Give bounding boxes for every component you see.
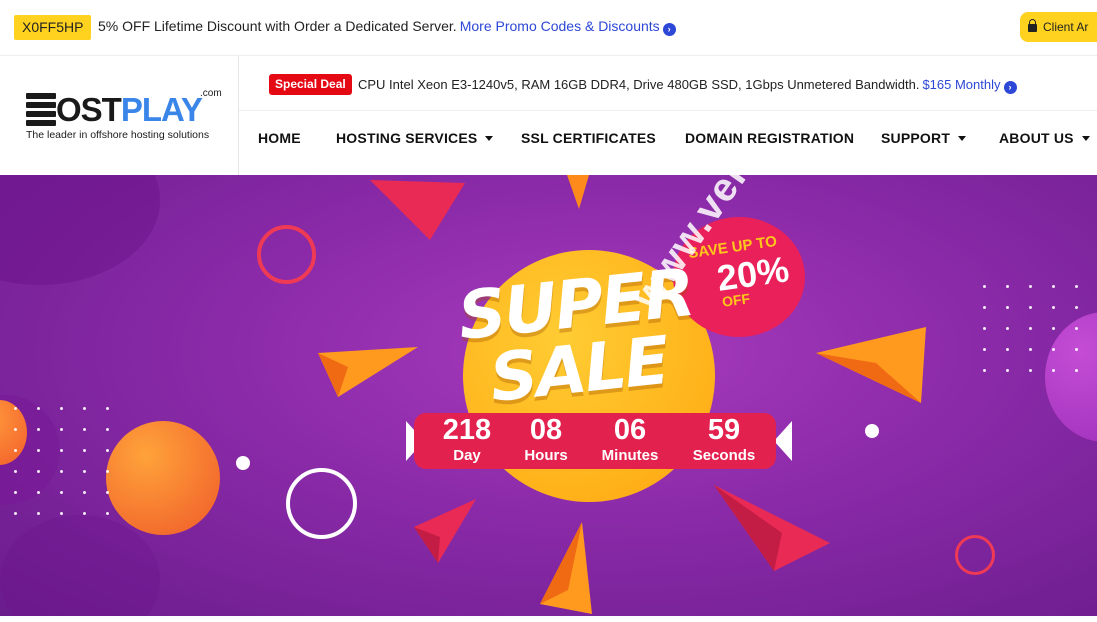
red-triangle bbox=[714, 485, 830, 571]
promo-codes-link-label[interactable]: More Promo Codes & Discounts bbox=[460, 18, 660, 34]
promo-bar: X0FF5HP 5% OFF Lifetime Discount with Or… bbox=[0, 0, 1097, 56]
countdown-hours-value: 08 bbox=[529, 414, 563, 446]
server-stack-icon bbox=[26, 93, 56, 127]
orange-triangle bbox=[816, 327, 926, 403]
dot-grid bbox=[983, 285, 1078, 372]
countdown-seconds: 59 Seconds bbox=[680, 413, 768, 465]
countdown-seconds-value: 59 bbox=[707, 414, 741, 446]
countdown-days-label: Day bbox=[453, 447, 481, 464]
promo-text: 5% OFF Lifetime Discount with Order a De… bbox=[98, 18, 676, 36]
super-sale-banner[interactable]: SAVE UP TO 20% OFF SUPER SALE 218 Day 08 H… bbox=[0, 175, 1097, 616]
background-blob bbox=[0, 515, 160, 616]
page-bottom-strip bbox=[0, 616, 1097, 622]
red-triangle bbox=[370, 180, 465, 240]
special-deal-bar: Special Deal CPU Intel Xeon E3-1240v5, R… bbox=[239, 56, 1097, 111]
white-ring bbox=[286, 468, 357, 539]
nav-support[interactable]: SUPPORT bbox=[881, 111, 967, 175]
lock-icon bbox=[1028, 19, 1037, 32]
countdown-hours: 08 Hours bbox=[502, 413, 590, 465]
countdown-days: 218 Day bbox=[423, 413, 511, 465]
red-ring bbox=[257, 225, 316, 284]
special-deal-badge: Special Deal bbox=[269, 74, 352, 95]
arrow-circle-right-icon[interactable]: › bbox=[662, 23, 676, 36]
nav-home-label[interactable]: HOME bbox=[258, 130, 301, 146]
nav-home[interactable]: HOME bbox=[258, 111, 301, 175]
sale-heading: SALE bbox=[486, 321, 672, 418]
nav-ssl-certificates-label[interactable]: SSL CERTIFICATES bbox=[521, 130, 656, 146]
special-deal-description: CPU Intel Xeon E3-1240v5, RAM 16GB DDR4,… bbox=[358, 77, 920, 92]
countdown-timer: 218 Day 08 Hours 06 Minutes 59 Seconds bbox=[414, 413, 776, 469]
special-deal-price[interactable]: $165 Monthly bbox=[922, 77, 1000, 92]
logo-word-dark: OST bbox=[56, 91, 122, 128]
nav-hosting-services-label[interactable]: HOSTING SERVICES bbox=[336, 130, 477, 146]
nav-hosting-services[interactable]: HOSTING SERVICES bbox=[336, 111, 494, 175]
orange-triangle bbox=[540, 522, 592, 614]
nav-support-label[interactable]: SUPPORT bbox=[881, 130, 950, 146]
countdown-hours-label: Hours bbox=[524, 447, 568, 464]
caret-down-icon bbox=[958, 136, 967, 141]
nav-ssl-certificates[interactable]: SSL CERTIFICATES bbox=[521, 111, 656, 175]
caret-down-icon bbox=[1081, 136, 1090, 141]
logo-wordmark: OSTPLAY bbox=[56, 90, 203, 130]
orange-triangle bbox=[318, 347, 418, 397]
logo[interactable]: OSTPLAY .com The leader in offshore host… bbox=[10, 56, 239, 175]
site-header: OSTPLAY .com The leader in offshore host… bbox=[10, 56, 1097, 175]
main-nav: HOME HOSTING SERVICES SSL CERTIFICATES D… bbox=[239, 111, 1097, 175]
background-blob bbox=[0, 175, 160, 285]
nav-about-us-label[interactable]: ABOUT US bbox=[999, 130, 1074, 146]
nav-domain-registration-label[interactable]: DOMAIN REGISTRATION bbox=[685, 130, 854, 146]
client-area-label[interactable]: Client Ar bbox=[1043, 20, 1088, 34]
countdown-minutes-label: Minutes bbox=[601, 447, 659, 464]
logo-com: .com bbox=[200, 88, 222, 99]
countdown-days-value: 218 bbox=[442, 414, 492, 446]
caret-down-icon bbox=[485, 136, 494, 141]
counter-right-cap bbox=[774, 421, 792, 461]
special-deal-text: CPU Intel Xeon E3-1240v5, RAM 16GB DDR4,… bbox=[358, 77, 1017, 94]
red-triangle bbox=[414, 499, 476, 563]
special-deal-price-link[interactable]: $165 Monthly › bbox=[922, 77, 1017, 94]
orange-triangle bbox=[567, 175, 589, 209]
white-dot bbox=[236, 456, 250, 470]
logo-word-light: PLAY bbox=[120, 91, 203, 128]
countdown-minutes: 06 Minutes bbox=[586, 413, 674, 465]
promo-message: 5% OFF Lifetime Discount with Order a De… bbox=[98, 18, 457, 34]
countdown-seconds-label: Seconds bbox=[692, 447, 756, 464]
promo-code[interactable]: X0FF5HP bbox=[14, 15, 92, 40]
white-dot bbox=[865, 424, 879, 438]
client-area-button[interactable]: Client Ar bbox=[1020, 12, 1097, 42]
countdown-minutes-value: 06 bbox=[613, 414, 647, 446]
orange-circle bbox=[106, 421, 220, 535]
arrow-circle-right-icon[interactable]: › bbox=[1003, 81, 1017, 94]
logo-tagline: The leader in offshore hosting solutions bbox=[26, 129, 210, 141]
nav-domain-registration[interactable]: DOMAIN REGISTRATION bbox=[685, 111, 854, 175]
red-ring bbox=[955, 535, 995, 575]
promo-codes-link[interactable]: More Promo Codes & Discounts › bbox=[460, 18, 676, 36]
nav-about-us[interactable]: ABOUT US bbox=[999, 111, 1090, 175]
dot-grid bbox=[14, 407, 109, 515]
